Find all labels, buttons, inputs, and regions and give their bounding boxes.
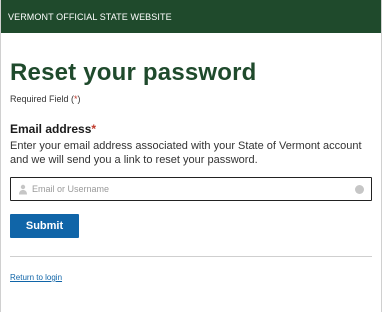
- email-label-text: Email address: [10, 122, 92, 136]
- required-star: *: [91, 122, 97, 136]
- required-field-note: Required Field (*): [10, 94, 372, 104]
- submit-button[interactable]: Submit: [10, 214, 79, 238]
- clear-icon[interactable]: [355, 184, 364, 194]
- divider: [10, 256, 372, 257]
- email-label: Email address*: [10, 122, 372, 136]
- email-field-wrapper[interactable]: [10, 177, 372, 201]
- reset-password-page: VERMONT OFFICIAL STATE WEBSITE Reset you…: [0, 0, 382, 312]
- email-input[interactable]: [30, 180, 355, 198]
- reset-form: Reset your password Required Field (*) E…: [1, 59, 381, 285]
- page-title: Reset your password: [10, 59, 257, 86]
- required-note-suffix: ): [77, 94, 81, 104]
- user-icon: [16, 182, 30, 196]
- banner-text: VERMONT OFFICIAL STATE WEBSITE: [8, 11, 172, 22]
- official-state-banner: VERMONT OFFICIAL STATE WEBSITE: [1, 0, 381, 33]
- required-note-prefix: Required Field (: [10, 94, 75, 104]
- return-to-login-link[interactable]: Return to login: [10, 273, 62, 282]
- email-help-text: Enter your email address associated with…: [10, 140, 362, 166]
